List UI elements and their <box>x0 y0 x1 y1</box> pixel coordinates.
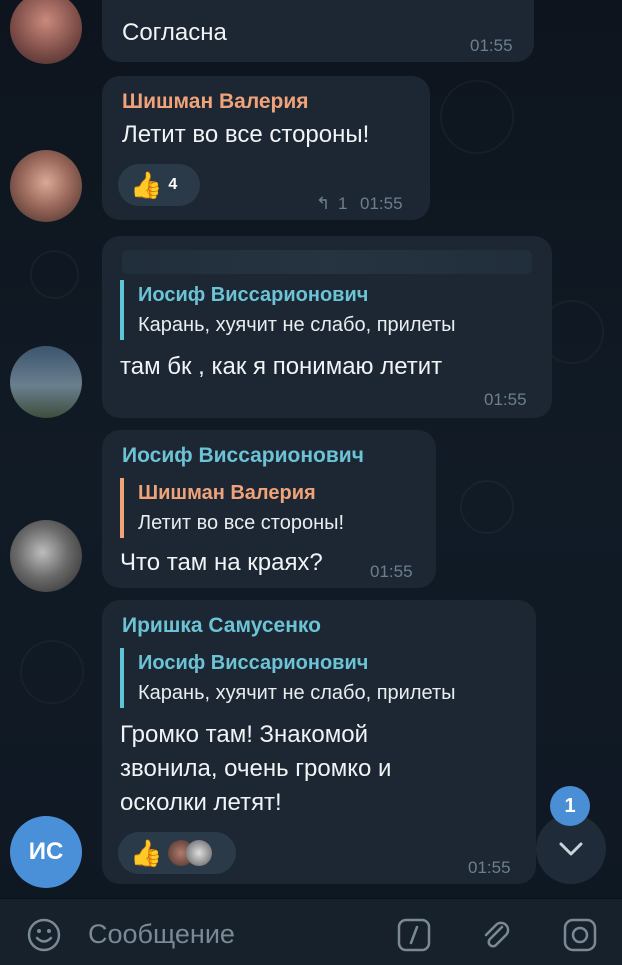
unread-count: 1 <box>564 794 576 817</box>
wallpaper-doodle <box>460 480 514 534</box>
avatar[interactable] <box>10 0 82 64</box>
avatar[interactable] <box>10 520 82 592</box>
message-bubble[interactable]: Шишман Валерия Летит во все стороны! 👍 4… <box>102 76 430 220</box>
message-bubble[interactable]: Иосиф Виссарионович Шишман Валерия Летит… <box>102 430 436 588</box>
message-line: осколки летят! <box>120 789 282 816</box>
message-sender: Иришка Самусенко <box>122 614 321 637</box>
message-input[interactable]: Сообщение <box>88 919 235 950</box>
avatar[interactable] <box>10 150 82 222</box>
forwarded-preview <box>122 250 532 274</box>
reply-text: Летит во все стороны! <box>138 512 345 534</box>
reply-quote[interactable]: Шишман Валерия Летит во все стороны! <box>120 478 428 538</box>
reaction-count: 4 <box>168 176 178 193</box>
reply-quote[interactable]: Иосиф Виссарионович Карань, хуячит не сл… <box>120 648 538 708</box>
message-line: Громко там! Знакомой <box>120 721 369 748</box>
avatar[interactable]: ИС <box>10 816 82 888</box>
reply-count-icon: ↰ <box>316 194 331 213</box>
reply-author: Иосиф Виссарионович <box>138 284 369 306</box>
wallpaper-doodle <box>440 80 514 154</box>
wallpaper-doodle <box>30 250 79 299</box>
message-sender: Шишман Валерия <box>122 90 309 113</box>
message-time: 01:55 <box>360 194 403 213</box>
reply-text: Карань, хуячит не слабо, прилеты <box>138 314 456 336</box>
message-bubble[interactable]: Иосиф Виссарионович Карань, хуячит не сл… <box>102 236 552 418</box>
message-text: Громко там! Знакомой звонила, очень гром… <box>120 718 391 820</box>
message-text: Летит во все стороны! <box>122 121 370 148</box>
unread-badge: 1 <box>550 786 590 826</box>
message-time: 01:55 <box>468 858 511 877</box>
avatar-initials: ИС <box>28 838 64 865</box>
chat-background: Согласна 01:55 Шишман Валерия Летит во в… <box>0 0 622 965</box>
message-bubble[interactable]: Согласна 01:55 <box>102 0 534 62</box>
thumbs-up-icon: 👍 <box>130 838 163 868</box>
reply-author: Иосиф Виссарионович <box>138 652 369 674</box>
reply-count: 1 <box>338 194 348 213</box>
message-line: звонила, очень громко и <box>120 755 392 782</box>
wallpaper-doodle <box>20 640 84 704</box>
reply-quote[interactable]: Иосиф Виссарионович Карань, хуячит не сл… <box>120 280 538 340</box>
thumbs-up-icon: 👍 <box>130 170 163 200</box>
message-time: 01:55 <box>370 562 413 581</box>
reply-text: Карань, хуячит не слабо, прилеты <box>138 682 456 704</box>
message-text: там бк , как я понимаю летит <box>120 353 443 380</box>
attach-icon[interactable] <box>478 917 514 953</box>
message-sender: Иосиф Виссарионович <box>122 444 364 467</box>
emoji-icon[interactable] <box>26 917 62 953</box>
reactor-avatar <box>186 840 213 866</box>
message-time: 01:55 <box>470 36 513 55</box>
command-icon[interactable] <box>396 917 432 953</box>
message-text: Согласна <box>122 19 227 46</box>
message-text: Что там на краях? <box>120 549 323 576</box>
chevron-down-icon <box>559 842 583 856</box>
avatar[interactable] <box>10 346 82 418</box>
message-time: 01:55 <box>484 390 527 409</box>
reaction-badge[interactable]: 👍 4 <box>118 164 200 206</box>
message-input-bar: Сообщение <box>0 898 622 965</box>
camera-icon[interactable] <box>562 917 598 953</box>
reply-author: Шишман Валерия <box>138 482 316 504</box>
reaction-badge[interactable]: 👍 <box>118 832 236 874</box>
message-bubble[interactable]: Иришка Самусенко Иосиф Виссарионович Кар… <box>102 600 536 884</box>
